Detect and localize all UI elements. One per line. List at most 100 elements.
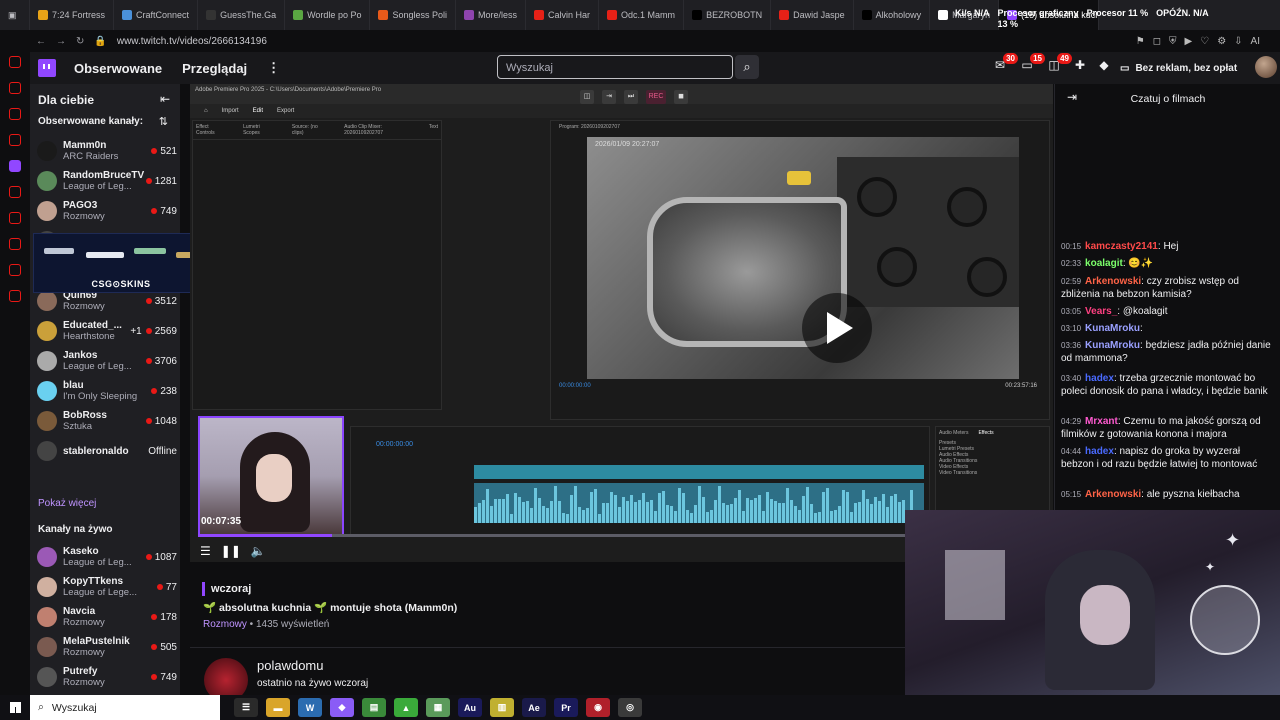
channel-item[interactable]: blau I'm Only Sleeping 238: [37, 377, 177, 405]
channel-item[interactable]: Navcia Rozmowy 178: [37, 603, 177, 631]
play-icon[interactable]: [802, 293, 872, 363]
sidepanel-icon[interactable]: [9, 264, 21, 276]
twitch-logo-icon[interactable]: [38, 59, 56, 77]
channel-item[interactable]: Jankos League of Leg... 3706: [37, 347, 177, 375]
search-input[interactable]: Wyszukaj: [497, 55, 733, 79]
browser-tab[interactable]: BEZROBOTN: [684, 0, 772, 30]
chat-username[interactable]: Arkenowski: [1085, 489, 1141, 500]
url-field[interactable]: www.twitch.tv/videos/2666134196: [117, 36, 267, 47]
browser-tab[interactable]: More/less: [456, 0, 527, 30]
taskbar-app-icon[interactable]: ▬: [266, 698, 290, 717]
taskbar-app-icon[interactable]: ◉: [586, 698, 610, 717]
browser-tab[interactable]: Dawid Jaspe: [771, 0, 854, 30]
csgo-skins-ad[interactable]: CSG⊙SKINS: [33, 233, 209, 293]
chat-username[interactable]: Vears_: [1085, 306, 1117, 317]
browser-tab[interactable]: Songless Poli: [370, 0, 457, 30]
chat-username[interactable]: hadex: [1085, 446, 1114, 457]
taskbar-app-icon[interactable]: ▥: [490, 698, 514, 717]
category-link[interactable]: Rozmowy: [203, 619, 247, 630]
notifications-icon[interactable]: ◫ 49: [1044, 53, 1072, 78]
twitch-sidepanel-icon[interactable]: [9, 160, 21, 172]
extension-icon[interactable]: ♡: [1200, 36, 1209, 47]
channel-item[interactable]: stableronaldo Offline: [37, 437, 177, 465]
browser-tab[interactable]: 7:24 Fortress: [30, 0, 115, 30]
extension-icon[interactable]: ⇩: [1234, 36, 1242, 47]
seek-bar[interactable]: [198, 534, 905, 537]
more-menu-icon[interactable]: ⋮: [267, 60, 280, 76]
reload-icon[interactable]: ↻: [76, 36, 84, 47]
show-more-link[interactable]: Pokaż więcej: [38, 498, 96, 509]
extension-icon[interactable]: ⚑: [1136, 36, 1145, 47]
channel-item[interactable]: Mamm0n ARC Raiders 521: [37, 137, 177, 165]
sidepanel-icon[interactable]: [9, 56, 21, 68]
taskbar-app-icon[interactable]: ☰: [234, 698, 258, 717]
taskbar-app-icon[interactable]: ▤: [362, 698, 386, 717]
back-icon[interactable]: ←: [36, 36, 46, 47]
sidepanel-icon[interactable]: [9, 290, 21, 302]
channel-item[interactable]: PAGO3 Rozmowy 749: [37, 197, 177, 225]
taskbar-app-icon[interactable]: ◆: [330, 698, 354, 717]
extension-icon[interactable]: ◻: [1153, 36, 1161, 47]
start-button[interactable]: [0, 695, 30, 720]
sponge-image: [787, 171, 811, 185]
chapters-icon[interactable]: ☰: [200, 544, 211, 558]
chat-username[interactable]: hadex: [1085, 373, 1114, 384]
extension-icon[interactable]: ⛨: [1169, 36, 1177, 47]
sidepanel-icon[interactable]: [9, 108, 21, 120]
inbox-icon[interactable]: ✉ 30: [990, 53, 1018, 78]
forward-icon[interactable]: →: [56, 36, 66, 47]
browser-tab[interactable]: Alkoholowy: [854, 0, 931, 30]
volume-icon[interactable]: 🔈: [251, 544, 266, 558]
collapse-sidebar-icon[interactable]: ⇤: [160, 92, 170, 106]
browser-tab[interactable]: Odc.1 Mamm: [599, 0, 685, 30]
taskbar-app-icon[interactable]: Au: [458, 698, 482, 717]
channel-item[interactable]: KopyTTkens League of Lege... 77: [37, 573, 177, 601]
chat-username[interactable]: koalagit: [1085, 258, 1123, 269]
browser-tab[interactable]: Calvin Har: [526, 0, 600, 30]
pause-icon[interactable]: ❚❚: [221, 544, 241, 558]
chat-username[interactable]: KunaMroku: [1085, 323, 1140, 334]
search-icon: ⌕: [38, 701, 44, 713]
channel-item[interactable]: RandomBruceTV League of Leg... 1281: [37, 167, 177, 195]
taskbar-app-icon[interactable]: W: [298, 698, 322, 717]
whispers-icon[interactable]: ▭ 15: [1017, 53, 1045, 78]
ai-button[interactable]: AI: [1251, 36, 1260, 47]
extension-icon[interactable]: ⚙: [1217, 36, 1226, 47]
tab-overview-icon[interactable]: ▣: [0, 0, 30, 30]
chat-username[interactable]: KunaMroku: [1085, 340, 1140, 351]
browser-tab[interactable]: Wordle po Po: [285, 0, 371, 30]
sidepanel-icon[interactable]: [9, 82, 21, 94]
taskbar-app-icon[interactable]: Pr: [554, 698, 578, 717]
channel-item[interactable]: BobRoss Sztuka 1048: [37, 407, 177, 435]
browser-tab[interactable]: CraftConnect: [114, 0, 199, 30]
drops-icon[interactable]: ✚: [1070, 58, 1090, 78]
taskbar-app-icon[interactable]: ▲: [394, 698, 418, 717]
gem-icon[interactable]: ◆: [1094, 58, 1114, 78]
channel-name[interactable]: polawdomu: [257, 658, 324, 673]
taskbar-app-icon[interactable]: ◎: [618, 698, 642, 717]
ad-free-button[interactable]: ▭ Bez reklam, bez opłat: [1120, 56, 1250, 80]
chat-username[interactable]: Arkenowski: [1085, 276, 1141, 287]
channel-item[interactable]: Kaseko League of Leg... 1087: [37, 543, 177, 571]
chat-username[interactable]: kamczasty2141: [1085, 241, 1158, 252]
taskbar-search[interactable]: ⌕ Wyszukaj: [30, 695, 220, 720]
taskbar-app-icon[interactable]: ▦: [426, 698, 450, 717]
sidepanel-icon[interactable]: [9, 212, 21, 224]
taskbar-app-icon[interactable]: Ae: [522, 698, 546, 717]
search-button[interactable]: ⌕: [735, 55, 759, 79]
extension-icon[interactable]: ▶: [1185, 36, 1193, 47]
site-info-icon[interactable]: 🔒: [94, 36, 106, 47]
sidepanel-icon[interactable]: [9, 186, 21, 198]
chat-username[interactable]: Mrxant: [1085, 416, 1118, 427]
user-avatar[interactable]: [1255, 56, 1277, 78]
sidepanel-icon[interactable]: [9, 238, 21, 250]
sort-icon[interactable]: ⇅: [159, 115, 168, 128]
channel-item[interactable]: MelaPustelnik Rozmowy 505: [37, 633, 177, 661]
collapse-chat-icon[interactable]: ⇥: [1067, 90, 1077, 104]
channel-item[interactable]: Educated_... Hearthstone +1 2569: [37, 317, 177, 345]
nav-followed[interactable]: Obserwowane: [74, 61, 162, 76]
browser-tab[interactable]: GuessThe.Ga: [198, 0, 286, 30]
nav-browse[interactable]: Przeglądaj: [182, 61, 247, 76]
channel-item[interactable]: Putrefy Rozmowy 749: [37, 663, 177, 691]
sidepanel-icon[interactable]: [9, 134, 21, 146]
